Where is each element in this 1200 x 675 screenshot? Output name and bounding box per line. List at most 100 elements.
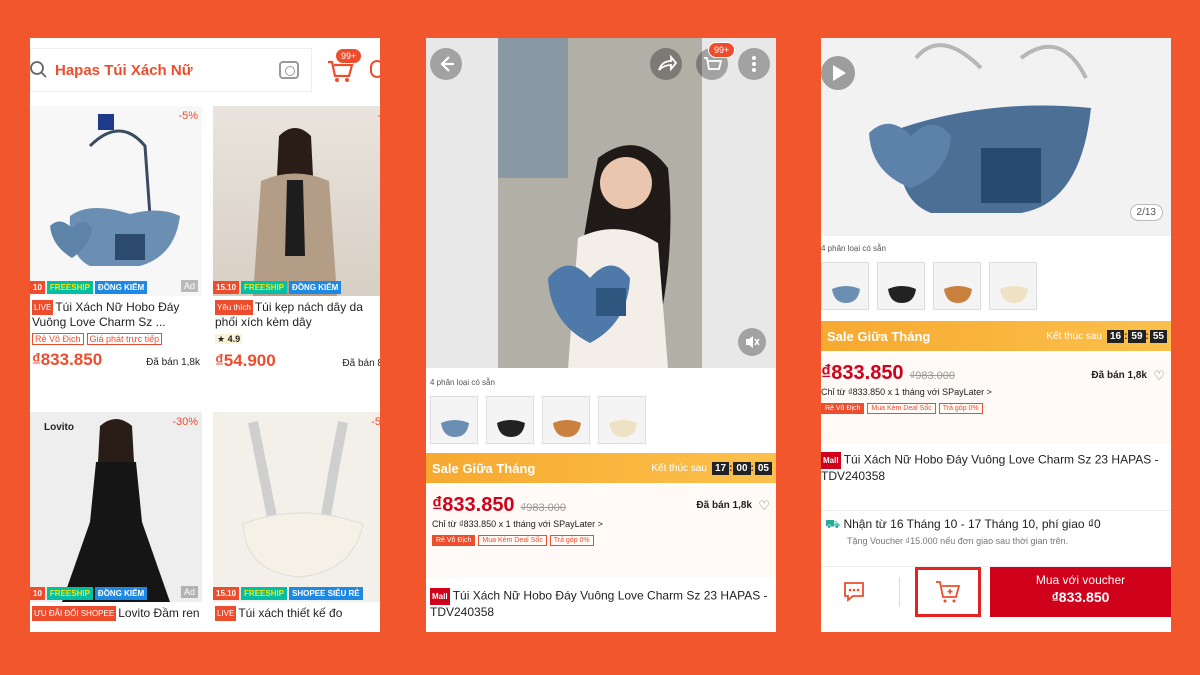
- search-query[interactable]: Hapas Túi Xách Nữ: [55, 62, 193, 79]
- date-tag: 15.10: [213, 587, 240, 600]
- freeship-tag: FREESHIP: [46, 587, 93, 600]
- mall-badge: Mall: [430, 588, 450, 605]
- buy-with-voucher-button[interactable]: Mua với voucher ₫833.850: [990, 567, 1171, 617]
- spaylater-text[interactable]: Chỉ từ ₫833.850 x 1 tháng với SPayLater …: [432, 519, 770, 529]
- variant-brown[interactable]: [933, 262, 981, 310]
- product-detail-screen: 99+ 4 phân loại có sẵn Sale Giữa Tháng K…: [426, 38, 776, 632]
- heart-icon[interactable]: ♡: [1153, 368, 1165, 384]
- cart-button[interactable]: 99+: [696, 42, 736, 80]
- chip-installment: Trả góp 0%: [938, 403, 983, 414]
- sold-count: Đã bán 8: [342, 358, 380, 369]
- product-title-text: Lovito Đầm ren: [118, 606, 200, 620]
- variant-black[interactable]: [486, 396, 534, 444]
- back-button[interactable]: [430, 48, 462, 80]
- current-price: ₫833.850: [821, 362, 904, 384]
- variant-brown[interactable]: [542, 396, 590, 444]
- share-icon: [658, 54, 678, 72]
- variant-thumb: [609, 420, 637, 437]
- promo-chips: Rẻ Vô Địch Mua Kèm Deal Sốc Trả góp 0%: [821, 403, 1171, 414]
- variant-thumb: [832, 286, 860, 303]
- variant-thumb: [888, 286, 916, 303]
- variant-black[interactable]: [877, 262, 925, 310]
- model-photo: [253, 128, 337, 296]
- divider: [899, 577, 900, 607]
- delivery-info[interactable]: ⛟ Nhận từ 16 Tháng 10 - 17 Tháng 10, phí…: [821, 510, 1171, 552]
- bag-image: [50, 129, 180, 266]
- variant-blue[interactable]: [821, 262, 869, 310]
- product-card[interactable]: Lovito -30% 10 FREESHIP ĐỒNG KIỂM Ad ƯU …: [30, 412, 202, 632]
- heart-icon[interactable]: ♡: [758, 498, 770, 514]
- mall-badge: Mall: [821, 452, 841, 469]
- original-price: ₫983.000: [520, 502, 566, 514]
- inspect-tag: ĐỒNG KIỂM: [94, 281, 148, 294]
- product-card[interactable]: -5 15.10 FREESHIP SHOPEE SIÊU RẺ LIVE Túi…: [213, 412, 380, 632]
- variant-blue[interactable]: [430, 396, 478, 444]
- promo-tag: ƯU ĐÃI ĐỐI SHOPEE: [32, 606, 117, 622]
- sale-title: Sale Giữa Tháng: [827, 328, 931, 344]
- sale-ends-label: Kết thúc sau: [651, 462, 707, 474]
- price-section: ₫833.850 ₫983.000 Đã bán 1,8k ♡ Chỉ từ ₫8…: [426, 486, 776, 578]
- rating: ★ 4.9: [215, 334, 243, 344]
- variant-cream[interactable]: [598, 396, 646, 444]
- rating-value: 4.9: [227, 334, 241, 344]
- white-bag-image: [242, 421, 364, 578]
- inspect-tag: ĐỒNG KIỂM: [94, 587, 148, 600]
- chat-button[interactable]: [841, 579, 867, 603]
- share-button[interactable]: [650, 48, 682, 80]
- variant-thumb: [441, 420, 469, 437]
- more-button[interactable]: [738, 48, 770, 80]
- ad-label: Ad: [180, 280, 198, 292]
- inspect-tag: ĐỒNG KIỂM: [289, 281, 342, 294]
- timer-seconds: 55: [1149, 329, 1167, 343]
- chip-deal: Mua Kèm Deal Sốc: [478, 535, 547, 546]
- image-counter: 2/13: [1129, 204, 1163, 221]
- sale-title: Sale Giữa Tháng: [432, 460, 536, 476]
- variant-cream[interactable]: [989, 262, 1037, 310]
- product-title-text: Túi xách thiết kế đo: [238, 606, 343, 620]
- cart-button[interactable]: 99+: [325, 48, 363, 84]
- add-to-cart-button[interactable]: [915, 567, 981, 617]
- more-vertical-icon: [752, 56, 756, 72]
- variant-list[interactable]: [430, 396, 646, 444]
- variant-thumb: [944, 286, 972, 303]
- search-bar[interactable]: Hapas Túi Xách Nữ: [30, 48, 312, 92]
- cheap-tag: SHOPEE SIÊU RẺ: [289, 587, 363, 600]
- product-detail-cart-screen: 2/13 4 phân loại có sẵn Sale Giữa Tháng …: [821, 38, 1171, 632]
- chip-best-price: Rẻ Vô Địch: [821, 403, 865, 414]
- product-card[interactable]: - 15.10 FREESHIP ĐỒNG KIỂM Yêu thíchTúi …: [213, 106, 380, 375]
- product-card[interactable]: -5% 10 FREESHIP ĐỒNG KIỂM Ad LIVE Túi Xác…: [30, 106, 202, 374]
- spaylater-text[interactable]: Chỉ từ ₫833.850 x 1 tháng với SPayLater …: [821, 387, 1171, 397]
- camera-icon[interactable]: [279, 61, 299, 79]
- chip-best-price: Rẻ Vô Địch: [32, 333, 84, 345]
- variant-thumb: [553, 420, 581, 437]
- current-price: ₫833.850: [432, 494, 515, 516]
- timer-hours: 17: [711, 461, 730, 475]
- product-title: Mall Túi Xách Nữ Hobo Đáy Vuông Love Cha…: [821, 452, 1161, 484]
- product-chips: Rẻ Vô Địch Giá phát trực tiếp: [30, 332, 202, 346]
- cart-badge: 99+: [335, 48, 363, 64]
- add-cart-icon: [936, 581, 961, 603]
- chip-best-price: Rẻ Vô Địch: [432, 535, 476, 546]
- product-title: Mall Túi Xách Nữ Hobo Đáy Vuông Love Cha…: [430, 588, 770, 620]
- variant-list[interactable]: [821, 262, 1037, 310]
- buy-label: Mua với voucher: [1035, 573, 1126, 587]
- model-photo: [498, 38, 702, 368]
- arrow-left-icon: [440, 56, 454, 72]
- chip-installment: Trả góp 0%: [549, 535, 594, 546]
- product-title: LIVE Túi Xách Nữ Hobo Đáy Vuông Love Char…: [30, 296, 202, 332]
- flash-sale-bar[interactable]: Sale Giữa Tháng Kết thúc sau 16: 59: 55: [821, 321, 1171, 351]
- mute-button[interactable]: [738, 328, 766, 356]
- bottom-action-bar: Mua với voucher ₫833.850: [821, 566, 1171, 632]
- sold-count: Đã bán 1,8k: [146, 357, 200, 368]
- product-title-text: Túi Xách Nữ Hobo Đáy Vuông Love Charm Sz…: [821, 452, 1159, 483]
- cart-badge: 99+: [708, 42, 736, 58]
- flash-sale-bar[interactable]: Sale Giữa Tháng Kết thúc sau 17: 00: 05: [426, 453, 776, 483]
- favorite-tag: Yêu thích: [215, 300, 253, 316]
- sale-ends-label: Kết thúc sau: [1046, 330, 1102, 342]
- chat-icon[interactable]: [370, 60, 380, 78]
- variant-thumb: [1000, 286, 1028, 303]
- ad-label: Ad: [180, 586, 198, 598]
- sold-count: Đã bán 1,8k: [696, 500, 752, 511]
- play-button[interactable]: [821, 56, 855, 90]
- voucher-note: Tặng Voucher ₫15.000 nếu đơn giao sau th…: [847, 536, 1069, 546]
